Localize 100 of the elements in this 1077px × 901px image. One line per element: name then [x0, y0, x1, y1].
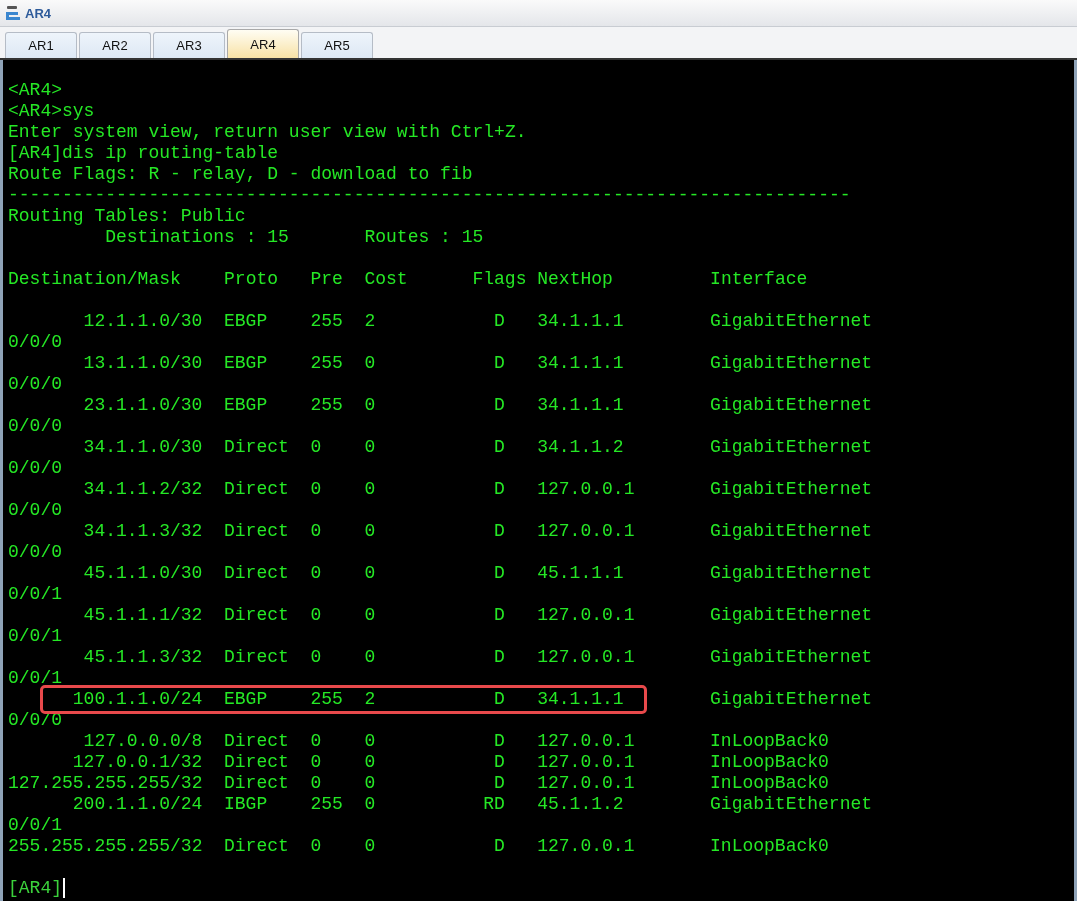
route-preference: 0	[310, 605, 322, 625]
route-flags: D	[494, 752, 505, 772]
route-interface: GigabitEthernet	[710, 563, 873, 584]
route-destination: 255.255.255.255/32	[8, 836, 203, 856]
route-interface: InLoopBack0	[710, 752, 829, 773]
console-line: [AR4]dis ip routing-table	[8, 143, 279, 164]
route-preference: 255	[310, 794, 343, 814]
route-flags: D	[494, 605, 505, 625]
routes-count: Routes : 15	[364, 227, 484, 248]
route-preference: 0	[310, 521, 322, 541]
route-interface-continued: 0/0/0	[8, 332, 62, 353]
route-interface-continued: 0/0/0	[8, 458, 62, 479]
route-nexthop: 45.1.1.1	[537, 563, 624, 583]
route-protocol: Direct	[224, 836, 289, 856]
route-preference: 0	[310, 752, 322, 772]
route-destination: 100.1.1.0/24	[72, 689, 203, 709]
route-interface: GigabitEthernet	[710, 647, 873, 668]
route-destination: 13.1.1.0/30	[83, 353, 203, 373]
route-destination: 34.1.1.0/30	[83, 437, 203, 457]
route-interface-continued: 0/0/1	[8, 626, 62, 647]
route-cost: 0	[364, 479, 376, 499]
route-interface: GigabitEthernet	[710, 605, 873, 626]
route-nexthop: 127.0.0.1	[537, 752, 635, 772]
route-protocol: Direct	[224, 563, 289, 583]
route-interface: GigabitEthernet	[710, 353, 873, 374]
column-header: Destination/Mask	[8, 269, 181, 289]
route-flags: D	[494, 773, 505, 793]
column-header: Interface	[710, 269, 808, 289]
device-tab[interactable]: AR3	[153, 32, 225, 58]
route-destination: 127.0.0.0/8	[83, 731, 203, 751]
route-interface: GigabitEthernet	[710, 311, 873, 332]
route-interface-continued: 0/0/1	[8, 668, 62, 689]
route-nexthop: 127.0.0.1	[537, 479, 635, 499]
route-protocol: EBGP	[224, 353, 268, 373]
route-destination: 34.1.1.3/32	[83, 521, 203, 541]
route-flags: D	[494, 521, 505, 541]
device-tab[interactable]: AR1	[5, 32, 77, 58]
column-header: NextHop	[537, 269, 613, 289]
route-cost: 0	[364, 521, 376, 541]
device-tab[interactable]: AR5	[301, 32, 373, 58]
route-destination: 45.1.1.0/30	[83, 563, 203, 583]
route-cost: 0	[364, 731, 376, 751]
route-interface-continued: 0/0/0	[8, 710, 62, 731]
route-protocol: Direct	[224, 647, 289, 667]
route-destination: 127.255.255.255/32	[8, 773, 203, 793]
console-line: Enter system view, return user view with Ctrl+Z.	[8, 122, 527, 143]
route-protocol: IBGP	[224, 794, 268, 814]
route-interface-continued: 0/0/1	[8, 584, 62, 605]
route-protocol: EBGP	[224, 689, 268, 709]
text-cursor	[63, 878, 65, 898]
route-interface: GigabitEthernet	[710, 794, 873, 815]
route-cost: 0	[364, 353, 376, 373]
command-prompt: [AR4]	[8, 878, 62, 899]
route-preference: 255	[310, 689, 343, 709]
route-nexthop: 45.1.1.2	[537, 794, 624, 814]
route-preference: 0	[310, 479, 322, 499]
device-tab[interactable]: AR4	[227, 29, 299, 58]
route-destination: 23.1.1.0/30	[83, 395, 203, 415]
route-nexthop: 127.0.0.1	[537, 836, 635, 856]
console-line: Routing Tables: Public	[8, 206, 246, 227]
route-cost: 0	[364, 395, 376, 415]
route-protocol: Direct	[224, 752, 289, 772]
route-protocol: Direct	[224, 521, 289, 541]
route-protocol: EBGP	[224, 311, 268, 331]
route-interface: GigabitEthernet	[710, 521, 873, 542]
route-preference: 0	[310, 563, 322, 583]
route-cost: 2	[364, 311, 376, 331]
route-cost: 0	[364, 605, 376, 625]
route-interface: InLoopBack0	[710, 836, 829, 857]
column-header: Flags	[472, 269, 527, 289]
route-protocol: EBGP	[224, 395, 268, 415]
column-header: Pre	[310, 269, 343, 289]
route-cost: 0	[364, 773, 376, 793]
route-interface: InLoopBack0	[710, 731, 829, 752]
route-nexthop: 34.1.1.1	[537, 311, 624, 331]
route-cost: 0	[364, 563, 376, 583]
route-preference: 0	[310, 647, 322, 667]
route-flags: D	[494, 563, 505, 583]
route-flags: D	[494, 689, 505, 709]
route-nexthop: 34.1.1.1	[537, 353, 624, 373]
route-preference: 0	[310, 437, 322, 457]
route-interface-continued: 0/0/0	[8, 416, 62, 437]
route-protocol: Direct	[224, 773, 289, 793]
route-interface-continued: 0/0/0	[8, 542, 62, 563]
route-protocol: Direct	[224, 479, 289, 499]
route-flags: RD	[483, 794, 505, 814]
route-preference: 0	[310, 836, 322, 856]
route-cost: 0	[364, 437, 376, 457]
route-preference: 0	[310, 731, 322, 751]
column-header: Proto	[224, 269, 279, 289]
route-interface: GigabitEthernet	[710, 437, 873, 458]
route-nexthop: 127.0.0.1	[537, 605, 635, 625]
console-line: <AR4>sys	[8, 101, 95, 122]
router-app-icon	[4, 4, 22, 22]
route-destination: 12.1.1.0/30	[83, 311, 203, 331]
device-tab[interactable]: AR2	[79, 32, 151, 58]
route-flags: D	[494, 647, 505, 667]
route-cost: 2	[364, 689, 376, 709]
route-flags: D	[494, 437, 505, 457]
route-protocol: Direct	[224, 437, 289, 457]
